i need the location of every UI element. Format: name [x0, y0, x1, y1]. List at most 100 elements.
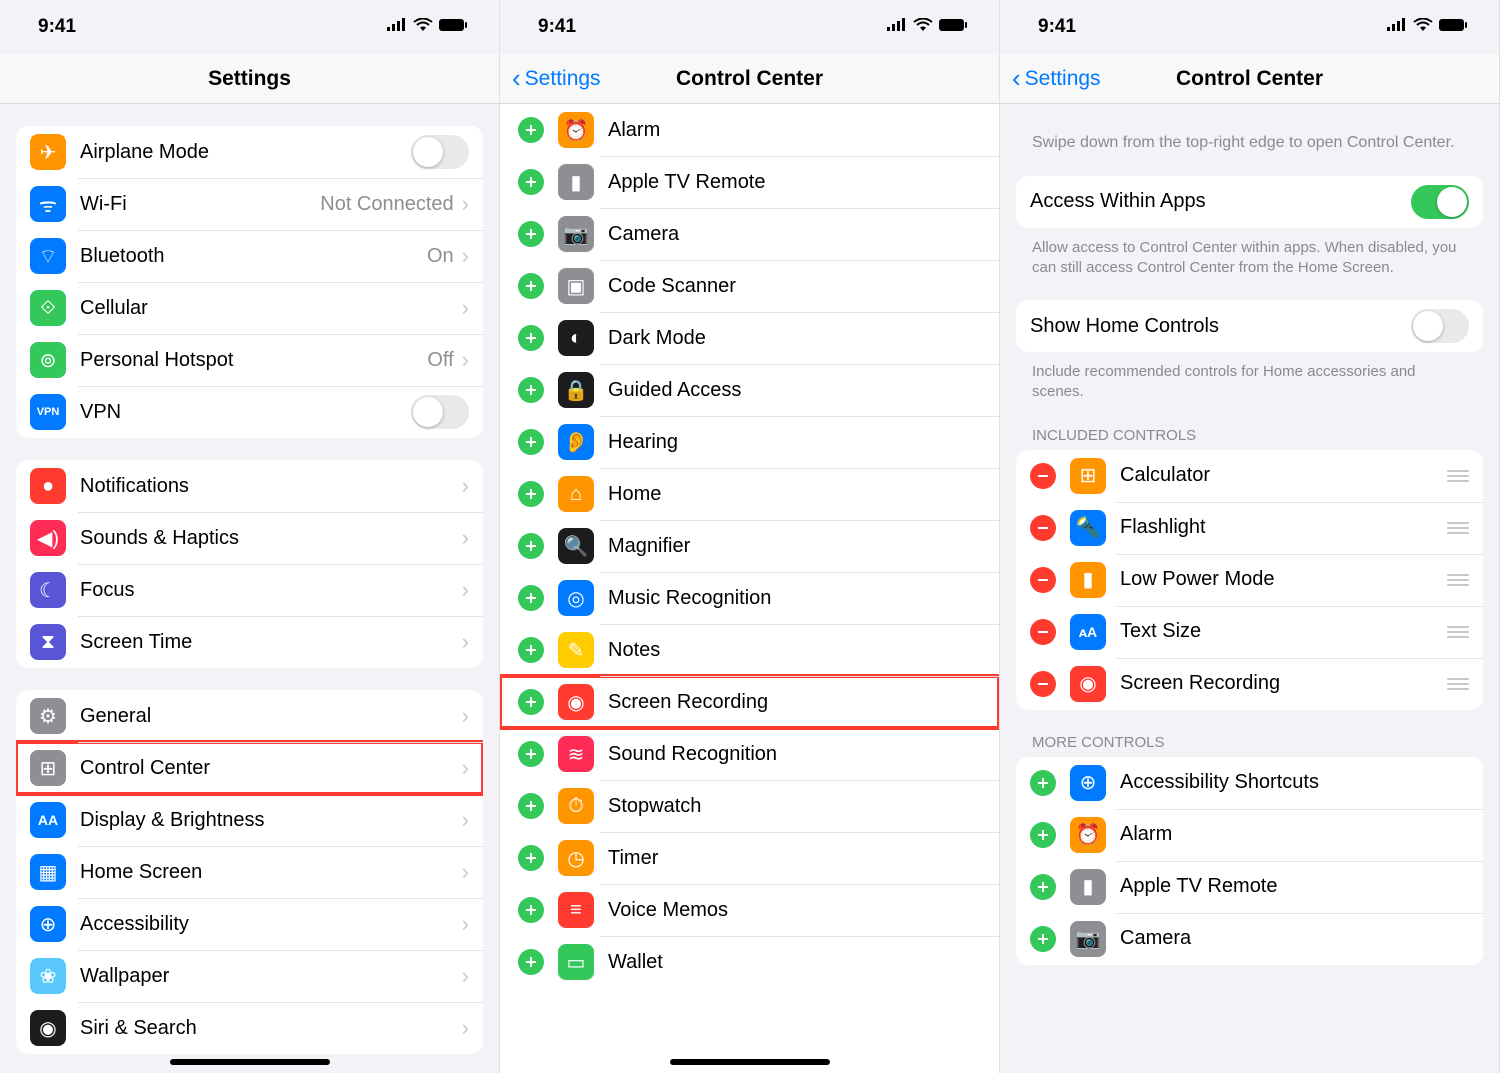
home-indicator[interactable]	[670, 1059, 830, 1065]
settings-row-cellular[interactable]: ⟐Cellular›	[16, 282, 483, 334]
settings-row-accessibility[interactable]: ⊕Accessibility›	[16, 898, 483, 950]
settings-row-hotspot[interactable]: ⊚Personal HotspotOff›	[16, 334, 483, 386]
add-button[interactable]	[518, 637, 544, 663]
add-button[interactable]	[518, 689, 544, 715]
settings-row-wifi[interactable]: ᯤWi-FiNot Connected›	[16, 178, 483, 230]
drag-handle[interactable]	[1447, 574, 1469, 586]
add-button[interactable]	[518, 793, 544, 819]
remove-button[interactable]	[1030, 567, 1056, 593]
show-home-controls-row[interactable]: Show Home Controls	[1016, 300, 1483, 352]
row-label: Stopwatch	[608, 795, 985, 818]
settings-row-siri[interactable]: ◉Siri & Search›	[16, 1002, 483, 1054]
settings-row-bluetooth[interactable]: ⌔BluetoothOn›	[16, 230, 483, 282]
more-row-alarm[interactable]: ⏰Alarm	[1016, 809, 1483, 861]
stopwatch-icon: ⏱	[558, 788, 594, 824]
control-row-voicememos[interactable]: ≡Voice Memos	[500, 884, 999, 936]
vpn-toggle[interactable]	[411, 395, 469, 429]
control-row-home[interactable]: ⌂Home	[500, 468, 999, 520]
control-row-stopwatch[interactable]: ⏱ Stopwatch	[500, 780, 999, 832]
add-button[interactable]	[518, 897, 544, 923]
row-detail: On	[427, 245, 454, 268]
add-button[interactable]	[518, 845, 544, 871]
home-controls-toggle[interactable]	[1411, 309, 1469, 343]
a11yshortcuts-icon: ⊕	[1070, 765, 1106, 801]
remove-button[interactable]	[1030, 515, 1056, 541]
add-button[interactable]	[1030, 770, 1056, 796]
settings-row-general[interactable]: ⚙General›	[16, 690, 483, 742]
back-button[interactable]: ‹ Settings	[512, 63, 601, 94]
included-row-textsize[interactable]: ᴀAText Size	[1016, 606, 1483, 658]
add-button[interactable]	[1030, 926, 1056, 952]
access-within-apps-row[interactable]: Access Within Apps	[1016, 176, 1483, 228]
settings-row-controlcenter[interactable]: ⊞Control Center›	[16, 742, 483, 794]
control-row-screenrec[interactable]: ◉Screen Recording	[500, 676, 999, 728]
homescreen-icon: ▦	[30, 854, 66, 890]
remove-button[interactable]	[1030, 671, 1056, 697]
add-button[interactable]	[518, 585, 544, 611]
drag-handle[interactable]	[1447, 470, 1469, 482]
control-center-list[interactable]: ⏰Alarm▮Apple TV Remote📷Camera▣Code Scann…	[500, 104, 999, 1073]
status-icons	[1387, 16, 1469, 38]
control-row-magnifier[interactable]: 🔍Magnifier	[500, 520, 999, 572]
settings-row-vpn[interactable]: VPNVPN	[16, 386, 483, 438]
included-row-flashlight[interactable]: 🔦Flashlight	[1016, 502, 1483, 554]
control-row-codescanner[interactable]: ▣Code Scanner	[500, 260, 999, 312]
drag-handle[interactable]	[1447, 522, 1469, 534]
more-row-camera[interactable]: 📷Camera	[1016, 913, 1483, 965]
add-button[interactable]	[518, 533, 544, 559]
remove-button[interactable]	[1030, 463, 1056, 489]
settings-row-airplane[interactable]: ✈Airplane Mode	[16, 126, 483, 178]
add-button[interactable]	[518, 949, 544, 975]
bluetooth-icon: ⌔	[30, 238, 66, 274]
add-button[interactable]	[518, 325, 544, 351]
settings-row-focus[interactable]: ☾Focus›	[16, 564, 483, 616]
access-toggle[interactable]	[1411, 185, 1469, 219]
settings-row-homescreen[interactable]: ▦Home Screen›	[16, 846, 483, 898]
add-button[interactable]	[518, 377, 544, 403]
row-label: Sounds & Haptics	[80, 527, 462, 550]
add-button[interactable]	[518, 273, 544, 299]
control-row-darkmode[interactable]: ◐Dark Mode	[500, 312, 999, 364]
settings-row-display[interactable]: AADisplay & Brightness›	[16, 794, 483, 846]
drag-handle[interactable]	[1447, 678, 1469, 690]
add-button[interactable]	[518, 221, 544, 247]
settings-row-notifications[interactable]: ●Notifications›	[16, 460, 483, 512]
more-row-appletv[interactable]: ▮Apple TV Remote	[1016, 861, 1483, 913]
control-row-wallet[interactable]: ▭Wallet	[500, 936, 999, 988]
add-button[interactable]	[1030, 822, 1056, 848]
remove-button[interactable]	[1030, 619, 1056, 645]
included-row-lowpower[interactable]: ▮Low Power Mode	[1016, 554, 1483, 606]
add-button[interactable]	[518, 481, 544, 507]
add-button[interactable]	[1030, 874, 1056, 900]
settings-row-wallpaper[interactable]: ❀Wallpaper›	[16, 950, 483, 1002]
control-row-soundrec[interactable]: ≋Sound Recognition	[500, 728, 999, 780]
control-row-music[interactable]: ◎Music Recognition	[500, 572, 999, 624]
settings-content[interactable]: ✈Airplane ModeᯤWi-FiNot Connected›⌔Bluet…	[0, 104, 499, 1073]
chevron-right-icon: ›	[462, 295, 469, 321]
add-button[interactable]	[518, 117, 544, 143]
row-label: Personal Hotspot	[80, 349, 427, 372]
codescanner-icon: ▣	[558, 268, 594, 304]
settings-row-sounds[interactable]: ◀)Sounds & Haptics›	[16, 512, 483, 564]
settings-row-screentime[interactable]: ⧗Screen Time›	[16, 616, 483, 668]
row-label: Notifications	[80, 475, 462, 498]
add-button[interactable]	[518, 169, 544, 195]
included-row-screenrec[interactable]: ◉Screen Recording	[1016, 658, 1483, 710]
control-row-timer[interactable]: ◷Timer	[500, 832, 999, 884]
control-center-content[interactable]: Swipe down from the top-right edge to op…	[1000, 104, 1499, 1073]
home-indicator[interactable]	[170, 1059, 330, 1065]
control-row-appletv[interactable]: ▮Apple TV Remote	[500, 156, 999, 208]
add-button[interactable]	[518, 429, 544, 455]
control-row-notes[interactable]: ✎Notes	[500, 624, 999, 676]
airplane-toggle[interactable]	[411, 135, 469, 169]
more-row-a11yshortcuts[interactable]: ⊕Accessibility Shortcuts	[1016, 757, 1483, 809]
included-row-calculator[interactable]: ⊞Calculator	[1016, 450, 1483, 502]
control-row-hearing[interactable]: 👂Hearing	[500, 416, 999, 468]
add-button[interactable]	[518, 741, 544, 767]
back-button[interactable]: ‹ Settings	[1012, 63, 1101, 94]
control-row-camera[interactable]: 📷Camera	[500, 208, 999, 260]
control-row-alarm[interactable]: ⏰Alarm	[500, 104, 999, 156]
control-row-guided[interactable]: 🔒Guided Access	[500, 364, 999, 416]
drag-handle[interactable]	[1447, 626, 1469, 638]
row-label: Timer	[608, 847, 985, 870]
